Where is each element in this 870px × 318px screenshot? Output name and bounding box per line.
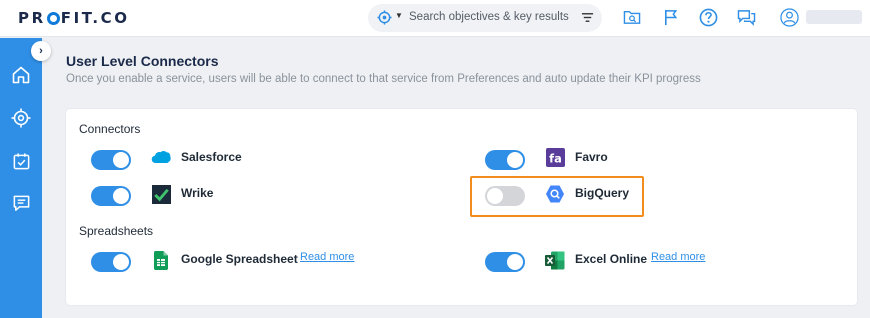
bigquery-toggle[interactable] [485, 186, 525, 206]
salesforce-cloud-icon [151, 147, 171, 167]
sidebar-expand-button[interactable]: › [31, 41, 51, 61]
excel-online-read-more-link[interactable]: Read more [651, 251, 705, 263]
search-input[interactable]: Search objectives & key results [409, 11, 569, 23]
favro-label: Favro [575, 150, 608, 164]
favro-logo-icon: fa [545, 147, 565, 167]
bigquery-label: BigQuery [575, 186, 630, 200]
wrike-label: Wrike [181, 186, 214, 200]
google-spreadsheet-read-more-link[interactable]: Read more [300, 251, 354, 263]
search-bar[interactable]: ▼ Search objectives & key results [368, 4, 602, 32]
connectors-heading: Connectors [79, 122, 141, 136]
home-icon[interactable] [10, 64, 32, 86]
user-avatar-icon[interactable] [778, 6, 800, 28]
chevron-down-icon[interactable]: ▼ [395, 11, 403, 20]
logo-target-icon [46, 12, 60, 25]
excel-online-label: Excel Online [575, 252, 648, 266]
connectors-card [66, 109, 857, 305]
page-subtitle: Once you enable a service, users will be… [66, 73, 701, 85]
excel-online-toggle[interactable] [485, 252, 525, 272]
spreadsheets-heading: Spreadsheets [79, 224, 154, 238]
feedback-icon[interactable] [10, 192, 32, 214]
excel-icon [545, 250, 565, 270]
flag-icon[interactable] [660, 6, 682, 28]
app-logo[interactable]: PR FIT.CO [18, 9, 130, 27]
calendar-check-icon[interactable] [10, 150, 32, 172]
svg-text:fa: fa [549, 151, 562, 165]
page-title: User Level Connectors [66, 53, 219, 69]
salesforce-toggle[interactable] [91, 150, 131, 170]
objectives-target-icon[interactable] [10, 107, 32, 129]
help-icon[interactable] [697, 6, 719, 28]
wrike-toggle[interactable] [91, 186, 131, 206]
google-spreadsheet-toggle[interactable] [91, 252, 131, 272]
folder-search-icon[interactable] [621, 6, 643, 28]
chat-icon[interactable] [735, 6, 757, 28]
wrike-logo-icon [151, 184, 171, 204]
favro-toggle[interactable] [485, 150, 525, 170]
google-sheets-icon [151, 250, 171, 270]
salesforce-label: Salesforce [181, 150, 242, 164]
sidebar [0, 38, 42, 318]
bigquery-logo-icon [545, 184, 565, 204]
google-spreadsheet-label: Google Spreadsheet [181, 252, 298, 266]
filter-icon[interactable] [581, 11, 594, 29]
top-bar: PR FIT.CO ▼ Search objectives & key resul… [0, 0, 870, 37]
target-icon[interactable] [377, 10, 392, 30]
user-name-placeholder[interactable] [806, 10, 862, 24]
